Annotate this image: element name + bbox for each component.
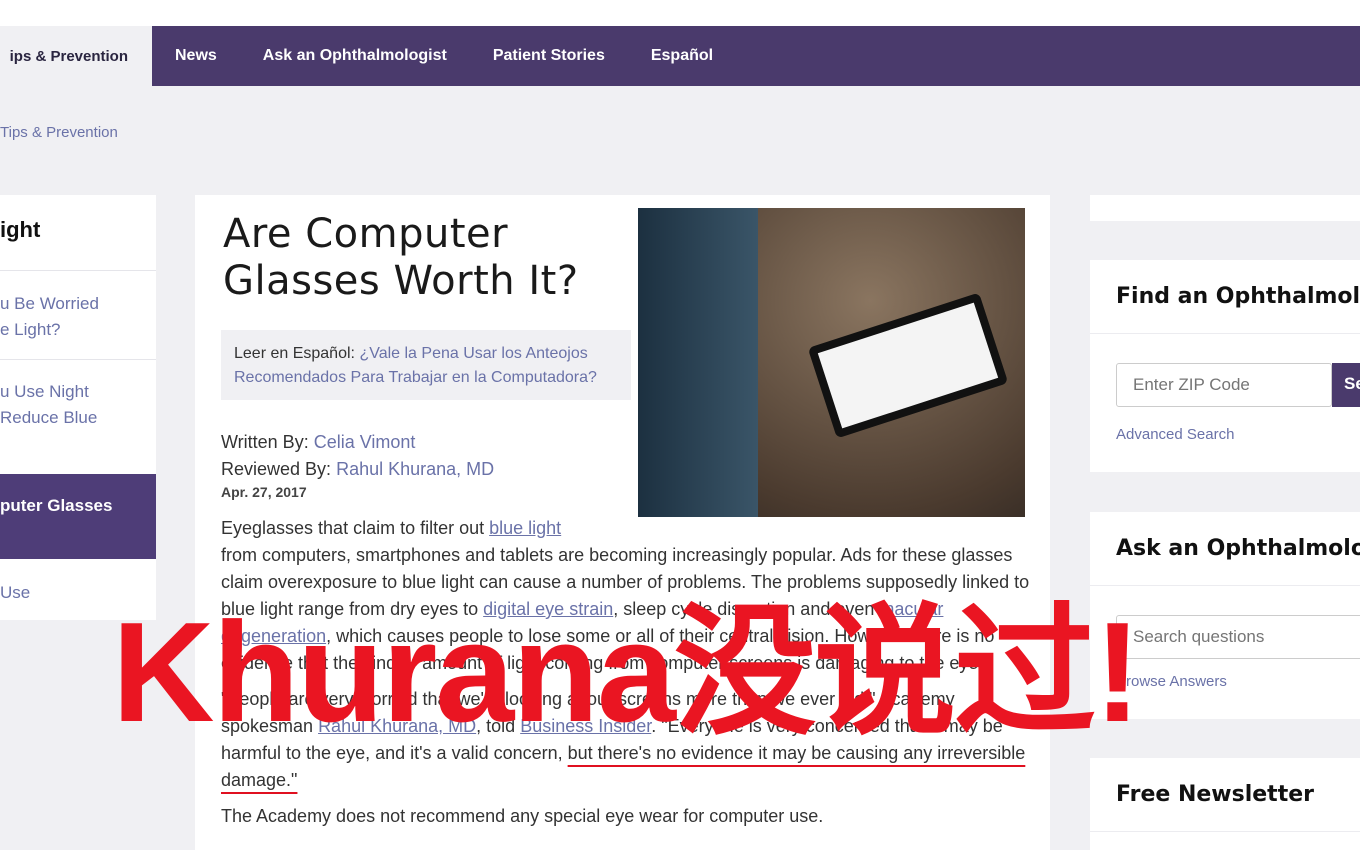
nav-news[interactable]: News (175, 47, 217, 65)
nav-tips-prevention[interactable]: ips & Prevention (0, 26, 152, 86)
nav-ask[interactable]: Ask an Ophthalmologist (263, 47, 447, 65)
sidebar-item-night-mode[interactable]: u Use Night Reduce Blue (0, 379, 97, 431)
find-title: Find an Ophthalmologist (1090, 260, 1360, 334)
spanish-version-box: Leer en Español: ¿Vale la Pena Usar los … (221, 330, 631, 400)
sidebar: ight u Be Worried e Light? u Use Night R… (0, 195, 156, 620)
reviewer-link[interactable]: Rahul Khurana, MD (336, 459, 494, 479)
sidebar-item-use[interactable]: Use (0, 580, 30, 606)
search-button[interactable]: Search (1332, 363, 1360, 407)
sidebar-item-computer-glasses[interactable]: puter Glasses (0, 474, 156, 559)
questions-input[interactable] (1116, 615, 1360, 659)
blue-light-link[interactable]: blue light (489, 518, 561, 538)
top-strip (0, 0, 1360, 26)
sidebar-item-worried[interactable]: u Be Worried e Light? (0, 291, 99, 343)
article-date: Apr. 27, 2017 (221, 484, 307, 500)
divider (0, 270, 156, 271)
article-meta: Written By: Celia Vimont Reviewed By: Ra… (221, 429, 494, 501)
right-card-top (1090, 195, 1360, 221)
author-link[interactable]: Celia Vimont (314, 432, 416, 452)
advanced-search-link[interactable]: Advanced Search (1116, 426, 1234, 443)
breadcrumb[interactable]: Tips & Prevention (0, 124, 118, 141)
zip-input[interactable] (1116, 363, 1332, 407)
newsletter-card: Free Newsletter (1090, 758, 1360, 850)
nav-patient-stories[interactable]: Patient Stories (493, 47, 605, 65)
main-nav: ips & Prevention News Ask an Ophthalmolo… (0, 26, 1360, 86)
text: Eyeglasses that claim to filter out (221, 518, 490, 538)
ask-title: Ask an Ophthalmologist (1090, 512, 1360, 586)
caption-overlay: Khurana没说过! (112, 593, 1141, 752)
person-silhouette (638, 208, 758, 517)
spanish-label: Leer en Español: (234, 345, 355, 362)
reviewed-label: Reviewed By: (221, 459, 332, 479)
find-ophthalmologist-card: Find an Ophthalmologist Search Advanced … (1090, 260, 1360, 472)
nav-espanol[interactable]: Español (651, 47, 713, 65)
written-label: Written By: (221, 432, 309, 452)
sidebar-heading: ight (0, 217, 41, 242)
article-photo (638, 208, 1025, 517)
text: The Academy does not recommend any speci… (221, 806, 824, 826)
newsletter-title: Free Newsletter (1090, 758, 1360, 832)
tablet-image (807, 292, 1009, 439)
page-title: Are Computer Glasses Worth It? (223, 211, 579, 304)
divider (0, 359, 156, 360)
